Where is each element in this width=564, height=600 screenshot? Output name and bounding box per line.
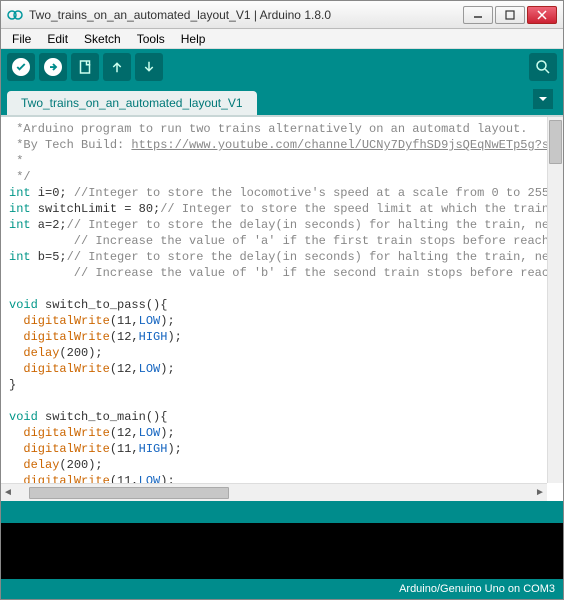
toolbar — [1, 49, 563, 85]
scroll-right-arrow[interactable]: ► — [533, 487, 547, 498]
comment-line: // Increase the value of 'b' if the seco… — [9, 266, 547, 280]
function-call: digitalWrite — [23, 442, 109, 456]
menu-edit[interactable]: Edit — [40, 30, 75, 48]
code-text: (200); — [59, 458, 102, 472]
maximize-button[interactable] — [495, 6, 525, 24]
code-text: ); — [160, 362, 174, 376]
code-content[interactable]: *Arduino program to run two trains alter… — [1, 117, 547, 483]
code-text: b=5; — [31, 250, 67, 264]
horizontal-scrollbar[interactable]: ◄ ► — [1, 483, 547, 501]
keyword: int — [9, 250, 31, 264]
code-text: (200); — [59, 346, 102, 360]
statusbar: Arduino/Genuino Uno on COM3 — [1, 579, 563, 599]
window-title: Two_trains_on_an_automated_layout_V1 | A… — [29, 8, 461, 22]
code-text: } — [9, 378, 16, 392]
function-call: digitalWrite — [23, 362, 109, 376]
tab-sketch[interactable]: Two_trains_on_an_automated_layout_V1 — [7, 91, 257, 115]
code-text: i=0; — [31, 186, 74, 200]
constant: LOW — [139, 426, 161, 440]
code-text: switchLimit = 80; — [31, 202, 161, 216]
code-text: ); — [167, 442, 181, 456]
code-text: (12, — [110, 362, 139, 376]
close-icon — [537, 10, 547, 20]
function-call: digitalWrite — [23, 474, 109, 483]
code-editor[interactable]: *Arduino program to run two trains alter… — [1, 115, 563, 501]
function-call: delay — [23, 458, 59, 472]
console[interactable] — [1, 523, 563, 579]
constant: LOW — [139, 474, 161, 483]
new-button[interactable] — [71, 53, 99, 81]
vertical-scrollbar[interactable] — [547, 117, 563, 483]
comment-line: // Integer to store the speed limit at w… — [160, 202, 547, 216]
keyword: int — [9, 218, 31, 232]
scroll-thumb[interactable] — [29, 487, 229, 499]
code-text: switch_to_pass(){ — [38, 298, 168, 312]
constant: LOW — [139, 362, 161, 376]
function-call: digitalWrite — [23, 330, 109, 344]
maximize-icon — [505, 10, 515, 20]
comment-line: //Integer to store the locomotive's spee… — [74, 186, 547, 200]
menu-file[interactable]: File — [5, 30, 38, 48]
arrow-down-icon — [140, 58, 158, 76]
menubar: File Edit Sketch Tools Help — [1, 29, 563, 49]
menu-sketch[interactable]: Sketch — [77, 30, 128, 48]
tabbar: Two_trains_on_an_automated_layout_V1 — [1, 85, 563, 115]
app-window: Two_trains_on_an_automated_layout_V1 | A… — [0, 0, 564, 600]
board-status: Arduino/Genuino Uno on COM3 — [399, 583, 555, 595]
code-text: ); — [160, 474, 174, 483]
constant: LOW — [139, 314, 161, 328]
code-text: (11, — [110, 314, 139, 328]
menu-help[interactable]: Help — [174, 30, 213, 48]
code-text: (11, — [110, 474, 139, 483]
code-text: ); — [167, 330, 181, 344]
code-text: ); — [160, 426, 174, 440]
scroll-thumb[interactable] — [549, 120, 562, 164]
comment-line: */ — [9, 170, 31, 184]
arrow-up-icon — [108, 58, 126, 76]
upload-button[interactable] — [39, 53, 67, 81]
function-call: digitalWrite — [23, 314, 109, 328]
keyword: void — [9, 298, 38, 312]
verify-button[interactable] — [7, 53, 35, 81]
code-text: switch_to_main(){ — [38, 410, 168, 424]
function-call: digitalWrite — [23, 426, 109, 440]
comment-line: *By Tech Build: — [9, 138, 131, 152]
serial-monitor-button[interactable] — [529, 53, 557, 81]
save-button[interactable] — [135, 53, 163, 81]
message-area — [1, 501, 563, 523]
comment-line: *Arduino program to run two trains alter… — [9, 122, 527, 136]
tab-menu-button[interactable] — [533, 89, 553, 109]
magnifier-icon — [534, 58, 552, 76]
code-text: (11, — [110, 442, 139, 456]
keyword: int — [9, 202, 31, 216]
function-call: delay — [23, 346, 59, 360]
code-text: (12, — [110, 330, 139, 344]
comment-link[interactable]: https://www.youtube.com/channel/UCNy7Dyf… — [131, 138, 547, 152]
menu-tools[interactable]: Tools — [130, 30, 172, 48]
arrow-right-icon — [44, 58, 62, 76]
keyword: int — [9, 186, 31, 200]
comment-line: // Increase the value of 'a' if the firs… — [9, 234, 547, 248]
new-file-icon — [76, 58, 94, 76]
code-text: (12, — [110, 426, 139, 440]
code-text: a=2; — [31, 218, 67, 232]
chevron-down-icon — [537, 93, 549, 105]
close-button[interactable] — [527, 6, 557, 24]
constant: HIGH — [139, 442, 168, 456]
scroll-left-arrow[interactable]: ◄ — [1, 487, 15, 498]
window-controls — [461, 6, 557, 24]
arduino-logo-icon — [7, 7, 23, 23]
check-icon — [12, 58, 30, 76]
comment-line: // Integer to store the delay(in seconds… — [67, 218, 547, 232]
keyword: void — [9, 410, 38, 424]
code-text: ); — [160, 314, 174, 328]
constant: HIGH — [139, 330, 168, 344]
comment-line: // Integer to store the delay(in seconds… — [67, 250, 547, 264]
minimize-icon — [473, 10, 483, 20]
minimize-button[interactable] — [463, 6, 493, 24]
titlebar[interactable]: Two_trains_on_an_automated_layout_V1 | A… — [1, 1, 563, 29]
comment-line: * — [9, 154, 23, 168]
open-button[interactable] — [103, 53, 131, 81]
